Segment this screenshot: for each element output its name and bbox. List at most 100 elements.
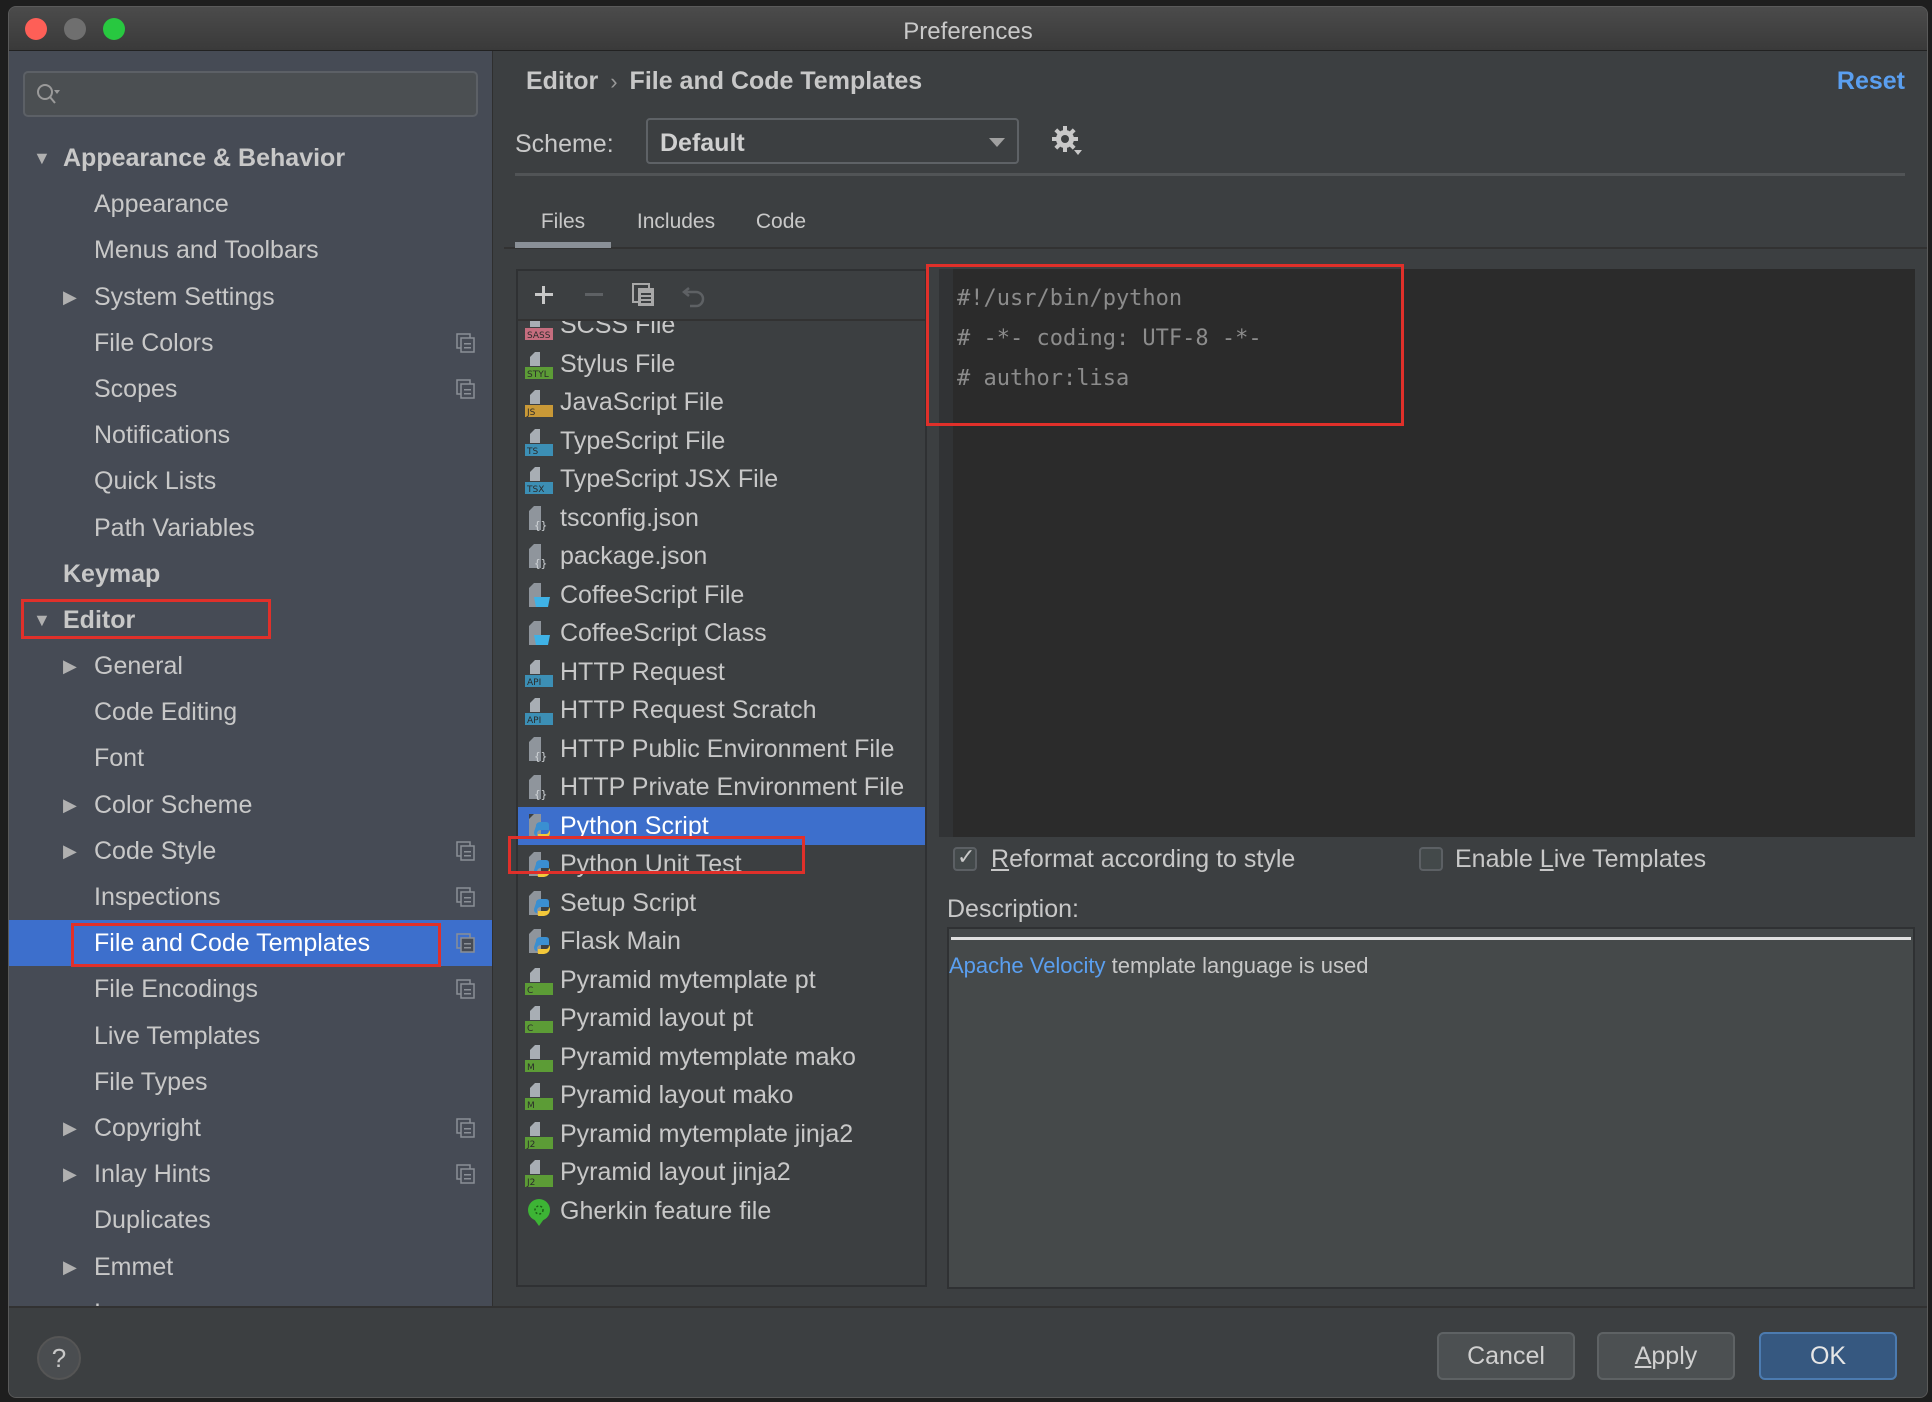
ok-button[interactable]: OK [1759,1332,1897,1380]
sidebar-item-images[interactable]: Images [9,1290,492,1306]
template-item[interactable]: M Pyramid mytemplate mako [518,1038,925,1077]
template-item[interactable]: TSX TypeScript JSX File [518,460,925,499]
cancel-button[interactable]: Cancel [1437,1332,1575,1380]
add-icon[interactable] [528,279,560,311]
collapsed-arrow-icon[interactable]: ▶ [63,828,77,874]
tab-code[interactable]: Code [745,202,817,248]
template-item[interactable]: JS JavaScript File [518,383,925,422]
sidebar-item-label: Font [94,744,145,773]
template-item[interactable]: Python Script [518,806,925,845]
collapsed-arrow-icon[interactable]: ▶ [63,1244,77,1290]
sidebar-item-label: Copyright [94,1113,201,1142]
sidebar-item-live-templates[interactable]: Live Templates [9,1013,492,1059]
sidebar-item-code-style[interactable]: ▶ Code Style [9,828,492,874]
sidebar-item-color-scheme[interactable]: ▶ Color Scheme [9,782,492,828]
collapsed-arrow-icon[interactable]: ▶ [63,1151,77,1197]
collapsed-arrow-icon[interactable]: ▶ [63,782,77,828]
copy-icon[interactable] [628,279,660,311]
gear-icon[interactable] [1049,123,1085,159]
live-templates-checkbox[interactable] [1419,847,1443,871]
template-item-label: Pyramid mytemplate pt [560,965,816,994]
sidebar-item-file-encodings[interactable]: File Encodings [9,966,492,1012]
sidebar-item-label: Appearance & Behavior [63,144,346,172]
description-panel: Apache Velocity template language is use… [947,927,1915,1289]
sidebar-item-system-settings[interactable]: ▶ System Settings [9,274,492,320]
template-item[interactable]: {} HTTP Public Environment File [518,730,925,769]
template-item[interactable]: Setup Script [518,884,925,923]
template-item[interactable]: Flask Main [518,922,925,961]
template-item-label: Pyramid layout pt [560,1004,754,1032]
template-list-panel: SASSSass FileSASSSCSS FileSTYLStylus Fil… [516,269,927,1287]
preferences-window: Preferences ▼ Appearance & Behavior Appear… [8,6,1928,1398]
sidebar-item-font[interactable]: Font [9,735,492,781]
template-item[interactable]: J2 Pyramid layout jinja2 [518,1153,925,1192]
template-item[interactable]: {} package.json [518,537,925,576]
sidebar-item-menus-and-toolbars[interactable]: Menus and Toolbars [9,227,492,273]
code-content[interactable]: #!/usr/bin/python # -*- coding: UTF-8 -*-… [957,279,1262,399]
sidebar-item-general[interactable]: ▶ General [9,643,492,689]
apply-button[interactable]: Apply [1597,1332,1735,1380]
sidebar-item-scopes[interactable]: Scopes [9,366,492,412]
template-item[interactable]: {} HTTP Private Environment File [518,768,925,807]
template-item[interactable]: M Pyramid layout mako [518,1076,925,1115]
template-item[interactable]: STYL Stylus File [518,345,925,384]
sidebar-item-file-and-code-templates[interactable]: File and Code Templates [9,920,492,967]
sidebar-item-file-types[interactable]: File Types [9,1059,492,1105]
help-button[interactable]: ? [37,1336,81,1380]
template-item-label: tsconfig.json [560,503,699,532]
remove-icon[interactable] [578,279,610,311]
coffeescript-file-icon [529,621,550,645]
template-item[interactable]: API HTTP Request Scratch [518,691,925,730]
breadcrumb-editor[interactable]: Editor [526,67,598,95]
apache-velocity-link[interactable]: Apache Velocity [949,953,1106,978]
template-item[interactable]: J2 Pyramid mytemplate jinja2 [518,1115,925,1154]
template-item[interactable]: C Pyramid layout pt [518,999,925,1038]
collapsed-arrow-icon[interactable]: ▶ [63,643,77,689]
sidebar-item-quick-lists[interactable]: Quick Lists [9,458,492,504]
sidebar-item-inspections[interactable]: Inspections [9,874,492,920]
reformat-label[interactable]: Reformat according to style [991,845,1295,874]
svg-text:C: C [527,986,533,996]
expanded-arrow-icon[interactable]: ▼ [33,597,51,643]
collapsed-arrow-icon[interactable]: ▶ [63,1105,77,1151]
project-level-icon [456,841,475,861]
sidebar-item-notifications[interactable]: Notifications [9,412,492,458]
sidebar-item-file-colors[interactable]: File Colors [9,320,492,366]
c-file-icon: C [525,967,553,996]
m-file-icon: M [525,1044,553,1073]
json-file-icon: {} [529,505,547,532]
sidebar-item-inlay-hints[interactable]: ▶ Inlay Hints [9,1151,492,1197]
reformat-checkbox[interactable] [953,844,977,871]
sidebar-item-editor[interactable]: ▼ Editor [9,597,492,643]
sidebar-item-path-variables[interactable]: Path Variables [9,505,492,551]
scheme-dropdown[interactable]: Default [646,118,1019,164]
settings-search-input[interactable] [23,71,478,117]
svg-text:JS: JS [526,408,536,418]
template-item[interactable]: CoffeeScript File [518,576,925,615]
sidebar-item-emmet[interactable]: ▶ Emmet [9,1244,492,1290]
template-item[interactable]: Gherkin feature file [518,1192,925,1231]
json-file-icon: {} [529,544,547,570]
sidebar-item-label: Notifications [94,421,231,450]
template-item[interactable]: {} tsconfig.json [518,499,925,538]
tab-files[interactable]: Files [515,202,611,248]
sidebar-item-appearance-behavior[interactable]: ▼ Appearance & Behavior [9,135,492,181]
reset-template-icon[interactable] [678,279,710,311]
sidebar-item-label: File Colors [94,328,214,357]
template-code-editor[interactable]: #!/usr/bin/python # -*- coding: UTF-8 -*-… [939,269,1915,837]
template-item[interactable]: TS TypeScript File [518,422,925,461]
sidebar-item-keymap[interactable]: Keymap [9,551,492,597]
sidebar-item-duplicates[interactable]: Duplicates [9,1197,492,1243]
template-item[interactable]: CoffeeScript Class [518,614,925,653]
template-item[interactable]: C Pyramid mytemplate pt [518,961,925,1000]
sidebar-item-appearance[interactable]: Appearance [9,181,492,227]
template-item[interactable]: Python Unit Test [518,845,925,884]
collapsed-arrow-icon[interactable]: ▶ [63,274,77,320]
expanded-arrow-icon[interactable]: ▼ [33,135,51,181]
sidebar-item-copyright[interactable]: ▶ Copyright [9,1105,492,1151]
live-templates-label[interactable]: Enable Live Templates [1455,845,1706,874]
sidebar-item-code-editing[interactable]: Code Editing [9,689,492,735]
tab-includes[interactable]: Includes [621,202,731,248]
reset-link[interactable]: Reset [1837,67,1905,96]
template-item[interactable]: API HTTP Request [518,653,925,692]
